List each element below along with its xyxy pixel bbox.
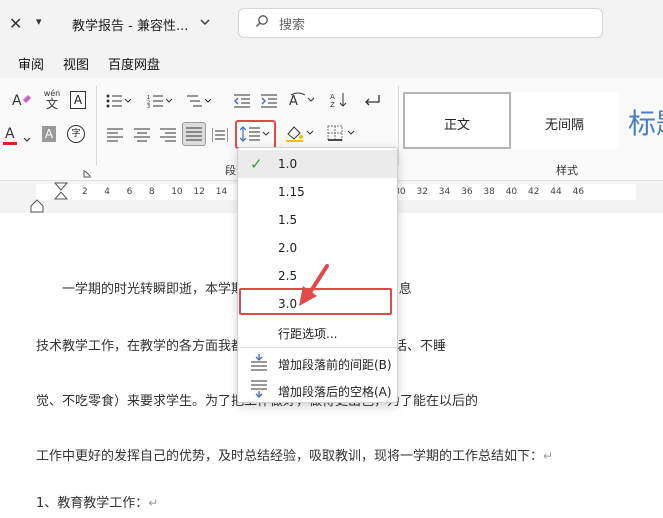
ruler-tick-label: 14	[215, 187, 228, 197]
line-spacing-option-1-15[interactable]: 1.15	[238, 178, 397, 206]
option-label: 1.0	[278, 157, 298, 171]
ruler-tick-label: 38	[483, 187, 495, 197]
shading-icon[interactable]	[286, 124, 314, 146]
svg-text:3: 3	[147, 104, 150, 108]
svg-text:A: A	[12, 93, 22, 108]
close-icon[interactable]: ✕	[9, 14, 22, 33]
check-icon: ✓	[250, 155, 263, 173]
ruler-tick-label: 46	[572, 187, 585, 197]
style-normal[interactable]: 正文	[403, 92, 511, 149]
doc-line-5: 1、教育教学工作：↵	[36, 492, 158, 511]
svg-text:A: A	[289, 94, 298, 108]
option-label: 1.15	[278, 185, 305, 199]
ruler-tick-label: 6	[126, 187, 133, 197]
decrease-indent-icon[interactable]	[234, 93, 250, 112]
ribbon-separator-styles	[398, 86, 399, 166]
font-color-icon[interactable]: A	[5, 126, 15, 142]
doc-line-5-text: 1、教育教学工作：	[36, 496, 149, 511]
option-label: 增加段落前的间距(B)	[278, 358, 392, 372]
numbering-icon[interactable]: 123	[147, 93, 173, 112]
style-heading[interactable]: 标题	[622, 92, 663, 149]
first-line-indent-marker[interactable]	[53, 182, 69, 204]
justify-button[interactable]	[182, 122, 206, 146]
line-spacing-option-1-0[interactable]: ✓ 1.0	[238, 150, 397, 178]
option-label: 1.5	[278, 213, 298, 227]
quick-access-dropdown-icon[interactable]: ▾	[36, 15, 42, 28]
option-label: 行距选项...	[278, 327, 338, 341]
menu-review[interactable]: 审阅	[18, 54, 44, 73]
ruler-tick-label: 10	[171, 187, 183, 197]
title-chevron-down-icon[interactable]	[200, 15, 210, 29]
option-label: 2.0	[278, 241, 298, 255]
search-placeholder: 搜索	[279, 18, 306, 33]
style-no-spacing-label: 无间隔	[545, 118, 585, 133]
style-no-spacing[interactable]: 无间隔	[512, 92, 618, 149]
ruler-tick-label: 42	[528, 187, 540, 197]
ruler-tick-label: 2	[82, 187, 88, 197]
justify-icon	[186, 127, 202, 141]
left-indent-marker[interactable]	[30, 198, 44, 217]
space-before-icon	[250, 353, 268, 375]
svg-text:A: A	[330, 93, 335, 101]
borders-icon[interactable]	[327, 125, 357, 145]
font-dialog-launcher-icon[interactable]	[83, 163, 92, 182]
search-box[interactable]: 搜索	[238, 8, 603, 38]
style-normal-label: 正文	[444, 118, 471, 133]
paragraph-mark: ↵	[543, 449, 554, 463]
ruler-tick-label: 4	[104, 187, 111, 197]
character-shading-icon[interactable]: A	[42, 126, 56, 142]
pinyin-guide-icon[interactable]: wén 文	[42, 90, 62, 111]
font-color-bar	[3, 142, 17, 145]
align-left-icon[interactable]	[107, 127, 123, 146]
line-spacing-options-item[interactable]: 行距选项...	[238, 318, 397, 346]
line-spacing-option-1-5[interactable]: 1.5	[238, 206, 397, 234]
line-spacing-icon[interactable]	[239, 126, 272, 146]
menu-view[interactable]: 视图	[63, 54, 89, 73]
space-after-icon	[250, 380, 268, 402]
add-space-after-item[interactable]: 增加段落后的空格(A)	[238, 376, 397, 404]
chinese-layout-icon[interactable]: A	[289, 92, 315, 112]
ruler-tick-label: 8	[148, 187, 155, 197]
ribbon-separator	[96, 86, 97, 166]
option-label: 增加段落后的空格(A)	[278, 385, 392, 399]
ruler-tick-label: 40	[505, 187, 518, 197]
align-right-icon[interactable]	[160, 127, 176, 146]
doc-line-4: 工作中更好的发挥自己的优势，及时总结经验，吸取教训，现将一学期的工作总结如下：↵	[36, 445, 553, 464]
bullets-icon[interactable]	[106, 93, 132, 112]
search-icon	[255, 14, 269, 32]
ruler-tick-label: 32	[416, 187, 428, 197]
menu-bar: 审阅 视图 百度网盘	[0, 46, 663, 78]
sort-icon[interactable]: AZ	[330, 92, 348, 112]
ruler-tick-label: 12	[193, 187, 205, 197]
title-bar: ✕ ▾ 教学报告 - 兼容性... 搜索	[0, 0, 663, 46]
ruler-tick-label: 36	[461, 187, 473, 197]
menu-baidu-netdisk[interactable]: 百度网盘	[108, 54, 160, 73]
paragraph-mark: ↵	[148, 496, 159, 510]
enclosed-character-icon[interactable]: 字	[67, 125, 85, 143]
annotation-arrow-icon	[295, 262, 335, 314]
distributed-align-icon[interactable]	[211, 127, 229, 146]
multilevel-list-icon[interactable]	[186, 93, 212, 112]
character-border-icon[interactable]: A	[70, 91, 86, 109]
style-heading-label: 标题	[628, 107, 663, 140]
svg-text:Z: Z	[330, 101, 335, 108]
clear-format-icon[interactable]: A	[12, 92, 32, 112]
styles-group-label: 样式	[556, 164, 578, 177]
add-space-before-item[interactable]: 增加段落前的间距(B)	[238, 349, 397, 377]
doc-line-4-text: 工作中更好的发挥自己的优势，及时总结经验，吸取教训，现将一学期的工作总结如下：	[36, 449, 544, 464]
ruler-tick-label: 34	[438, 187, 451, 197]
menu-separator	[238, 347, 397, 348]
font-color-dropdown-icon[interactable]	[23, 128, 31, 147]
increase-indent-icon[interactable]	[261, 93, 277, 112]
align-center-icon[interactable]	[134, 127, 150, 146]
ruler-tick-label: 44	[550, 187, 562, 197]
line-spacing-option-2-0[interactable]: 2.0	[238, 234, 397, 262]
show-formatting-marks-icon[interactable]	[363, 93, 381, 112]
document-title: 教学报告 - 兼容性...	[72, 19, 189, 34]
